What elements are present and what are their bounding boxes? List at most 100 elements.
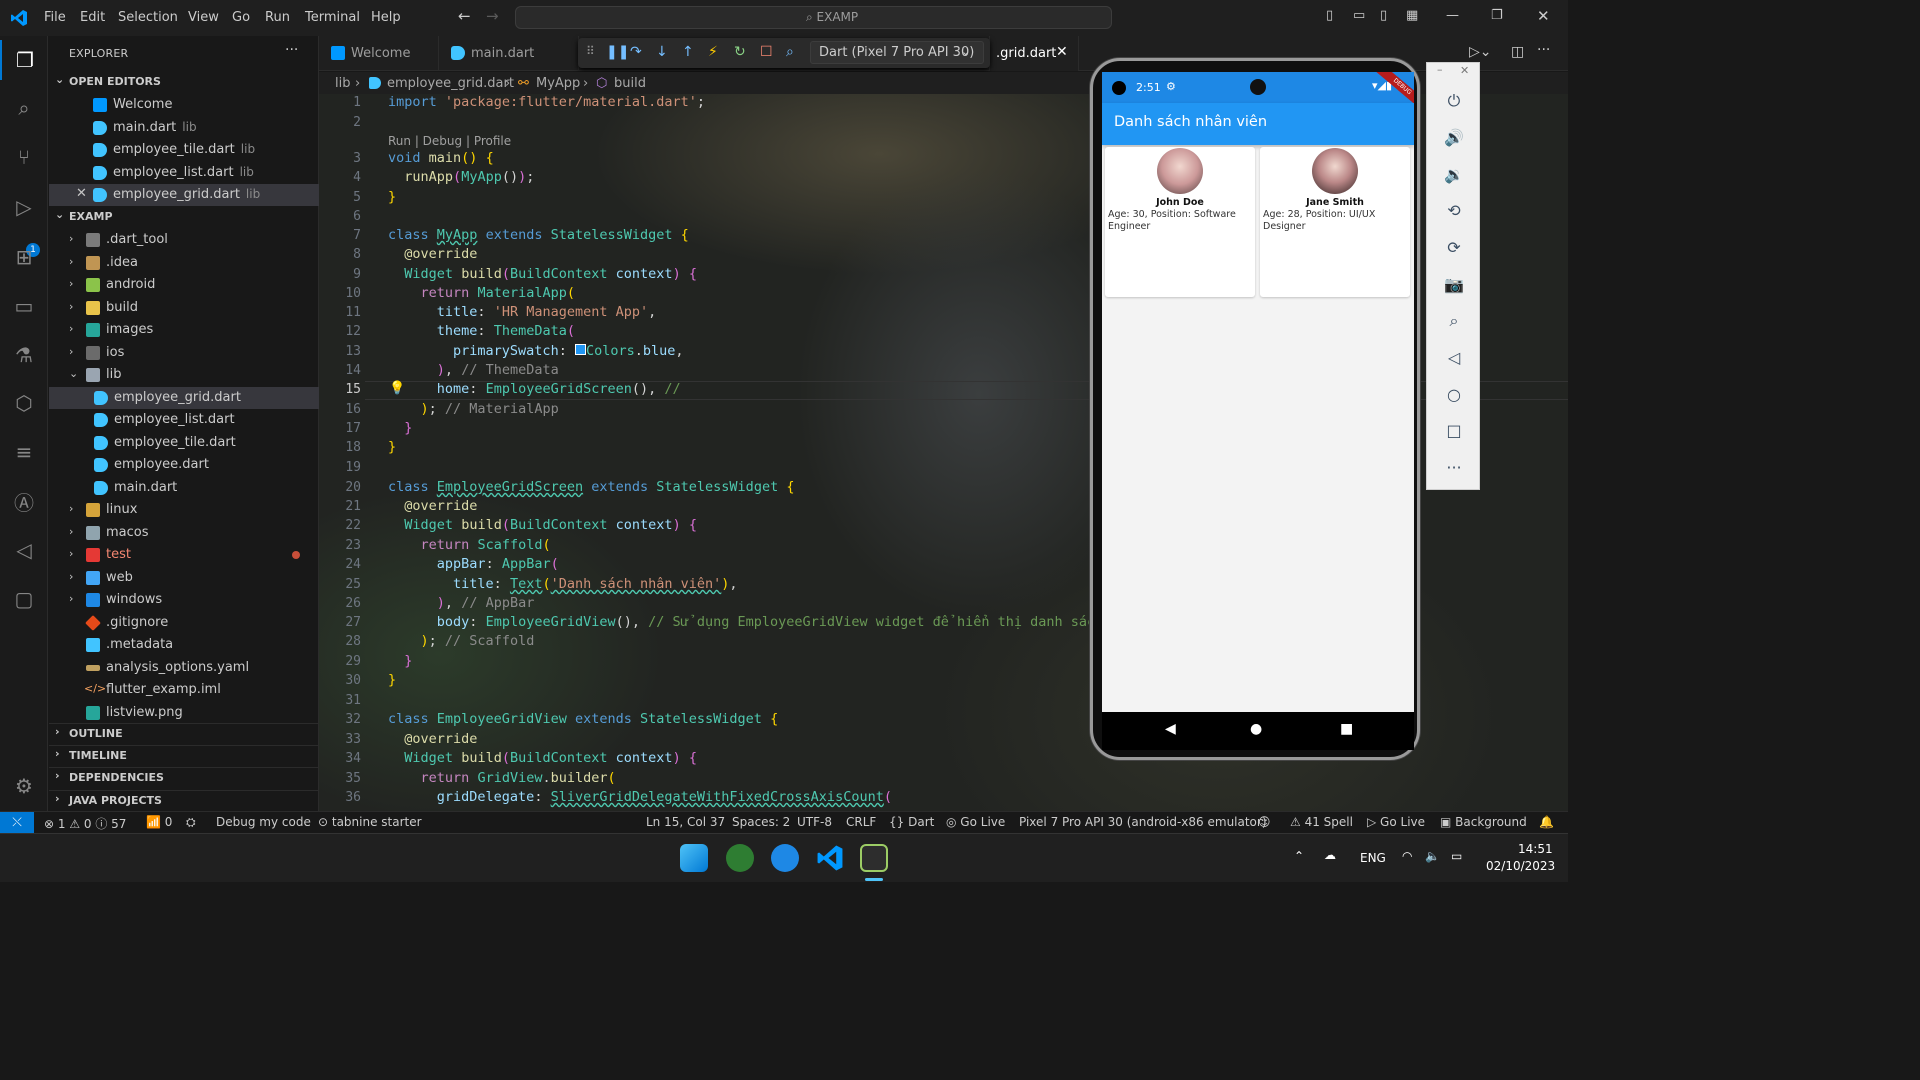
tree-folder[interactable]: › images [49, 319, 319, 341]
tab-main-dart[interactable]: main.dart [439, 36, 579, 71]
app-icon[interactable] [771, 844, 799, 872]
menu-help[interactable]: Help [371, 10, 401, 25]
breadcrumb-item[interactable]: employee_grid.dart [387, 76, 514, 91]
tree-folder[interactable]: › test [49, 544, 319, 566]
tree-folder[interactable]: › .dart_tool [49, 229, 319, 251]
rotate-left-icon[interactable]: ⟲ [1427, 201, 1481, 220]
tree-folder[interactable]: › linux [49, 499, 319, 521]
tree-folder[interactable]: › web [49, 567, 319, 589]
step-over-icon[interactable]: ↷ [630, 44, 642, 60]
remote-icon[interactable]: ⤬ [0, 812, 34, 834]
tray-expand-icon[interactable]: ⌃ [1294, 849, 1304, 863]
java-projects-header[interactable]: › JAVA PROJECTS [49, 790, 319, 810]
minimize-icon[interactable]: — [1446, 8, 1459, 23]
home-icon[interactable]: ○ [1427, 385, 1481, 404]
back-icon[interactable]: ◁ [1427, 348, 1481, 367]
camera-icon[interactable]: 📷 [1427, 275, 1481, 294]
back-nav-icon[interactable]: ◀ [1165, 721, 1176, 737]
menu-go[interactable]: Go [232, 10, 250, 25]
split-editor-icon[interactable]: ◫ [1511, 44, 1524, 60]
overview-icon[interactable]: □ [1427, 421, 1481, 440]
android-studio-icon[interactable] [726, 844, 754, 872]
employee-card[interactable]: John Doe Age: 30, Position: Software Eng… [1105, 147, 1255, 297]
maximize-icon[interactable]: ❐ [1491, 8, 1503, 23]
explorer-icon[interactable]: ❐ [0, 40, 48, 80]
phone-screen[interactable]: 2:51 ⚙ ▾◢▮ DEBUG Danh sách nhân viên Joh… [1102, 72, 1414, 712]
tree-folder[interactable]: › macos [49, 522, 319, 544]
drag-handle-icon[interactable]: ⠿ [586, 44, 595, 58]
list-icon[interactable]: ≡ [0, 432, 48, 472]
pause-icon[interactable]: ❚❚ [606, 44, 629, 60]
close-icon[interactable]: ✕ [1460, 64, 1469, 77]
tab-welcome[interactable]: Welcome [319, 36, 439, 71]
menu-run[interactable]: Run [265, 10, 290, 25]
spell-status[interactable]: ⚠ 41 Spell [1290, 815, 1353, 829]
tab-employee-grid[interactable]: .grid.dart ✕ [989, 36, 1079, 71]
notifications-bell-icon[interactable]: 🔔 [1539, 815, 1554, 829]
home-nav-icon[interactable]: ● [1250, 721, 1262, 737]
inspect-widget-icon[interactable]: ⌕ [786, 44, 794, 60]
breadcrumb-item[interactable]: build [614, 76, 646, 91]
language-mode[interactable]: {} Dart [889, 815, 934, 829]
search-activity-icon[interactable]: ⌕ [0, 88, 48, 128]
menu-edit[interactable]: Edit [80, 10, 105, 25]
menu-file[interactable]: File [44, 10, 66, 25]
volume-icon[interactable]: 🔈 [1425, 849, 1440, 863]
open-editors-header[interactable]: ⌄ OPEN EDITORS [49, 72, 319, 92]
testing-icon[interactable]: ⚗ [0, 335, 48, 375]
problems-indicator[interactable]: ⊗ 1 ⚠ 0 ⓘ 57 [44, 815, 126, 832]
background-status[interactable]: ▣ Background [1440, 815, 1527, 829]
tree-file[interactable]: </> flutter_examp.iml [49, 679, 319, 701]
tree-file[interactable]: .gitignore [49, 612, 319, 634]
step-out-icon[interactable]: ↑ [682, 44, 694, 60]
open-editor-item[interactable]: employee_tile.dart lib [49, 139, 319, 161]
azure-icon[interactable]: Ⓐ [0, 481, 48, 521]
menu-selection[interactable]: Selection [118, 10, 178, 25]
tree-folder[interactable]: › build [49, 297, 319, 319]
flutter-icon[interactable]: ◁ [0, 530, 48, 570]
tree-file[interactable]: listview.png [49, 702, 319, 724]
settings-gear-icon[interactable]: ⚙ [0, 766, 48, 806]
tree-file[interactable]: employee_tile.dart [49, 432, 319, 454]
end-of-line[interactable]: CRLF [846, 815, 876, 829]
tree-folder[interactable]: › ios [49, 342, 319, 364]
go-live-status[interactable]: ◎ Go Live [946, 815, 1005, 829]
tree-folder[interactable]: › windows [49, 589, 319, 611]
back-arrow-icon[interactable]: ← [458, 7, 471, 25]
ports-indicator[interactable]: 📶 0 [146, 815, 172, 829]
tree-file[interactable]: main.dart [49, 477, 319, 499]
toggle-secondary-sidebar-icon[interactable]: ▯ [1380, 8, 1387, 23]
volume-up-icon[interactable]: 🔊 [1427, 128, 1481, 147]
tree-folder[interactable]: › android [49, 274, 319, 296]
remote-explorer-icon[interactable]: ▭ [0, 286, 48, 326]
minimize-icon[interactable]: – [1437, 63, 1443, 76]
employee-card[interactable]: Jane Smith Age: 28, Position: UI/UX Desi… [1260, 147, 1410, 297]
onedrive-icon[interactable]: ☁ [1324, 848, 1336, 862]
tree-folder[interactable]: › .idea [49, 252, 319, 274]
customize-layout-icon[interactable]: ▦ [1406, 8, 1418, 23]
source-control-icon[interactable]: ⑂ [0, 137, 48, 177]
tree-file[interactable]: employee.dart [49, 454, 319, 476]
tree-file-active[interactable]: employee_grid.dart [49, 387, 319, 409]
code-lens[interactable]: Run | Debug | Profile [388, 134, 511, 148]
run-debug-icon[interactable]: ▷ [0, 187, 48, 227]
outline-header[interactable]: › OUTLINE [49, 723, 319, 743]
debug-target-select[interactable]: Dart (Pixel 7 Pro API 30) ⌄ [810, 41, 984, 64]
tree-file[interactable]: employee_list.dart [49, 409, 319, 431]
close-window-icon[interactable]: ✕ [1537, 7, 1550, 25]
more-icon[interactable]: ··· [1427, 458, 1481, 477]
stop-icon[interactable]: ☐ [760, 44, 773, 60]
zoom-icon[interactable]: ⌕ [1427, 311, 1481, 331]
timeline-header[interactable]: › TIMELINE [49, 745, 319, 765]
menu-terminal[interactable]: Terminal [305, 10, 360, 25]
chat-icon[interactable]: ▢ [0, 579, 48, 619]
command-center[interactable]: ⌕ EXAMP [515, 6, 1112, 29]
toggle-sidebar-icon[interactable]: ▯ [1326, 8, 1333, 23]
debug-my-code[interactable]: Debug my code [216, 815, 311, 829]
step-into-icon[interactable]: ↓ [656, 44, 668, 60]
recents-nav-icon[interactable]: ■ [1340, 721, 1353, 737]
encoding[interactable]: UTF-8 [797, 815, 832, 829]
tabnine-status[interactable]: ⊙ tabnine starter [318, 815, 422, 829]
wifi-icon[interactable]: ◠ [1402, 849, 1412, 863]
project-header[interactable]: ⌄ EXAMP [49, 207, 319, 227]
